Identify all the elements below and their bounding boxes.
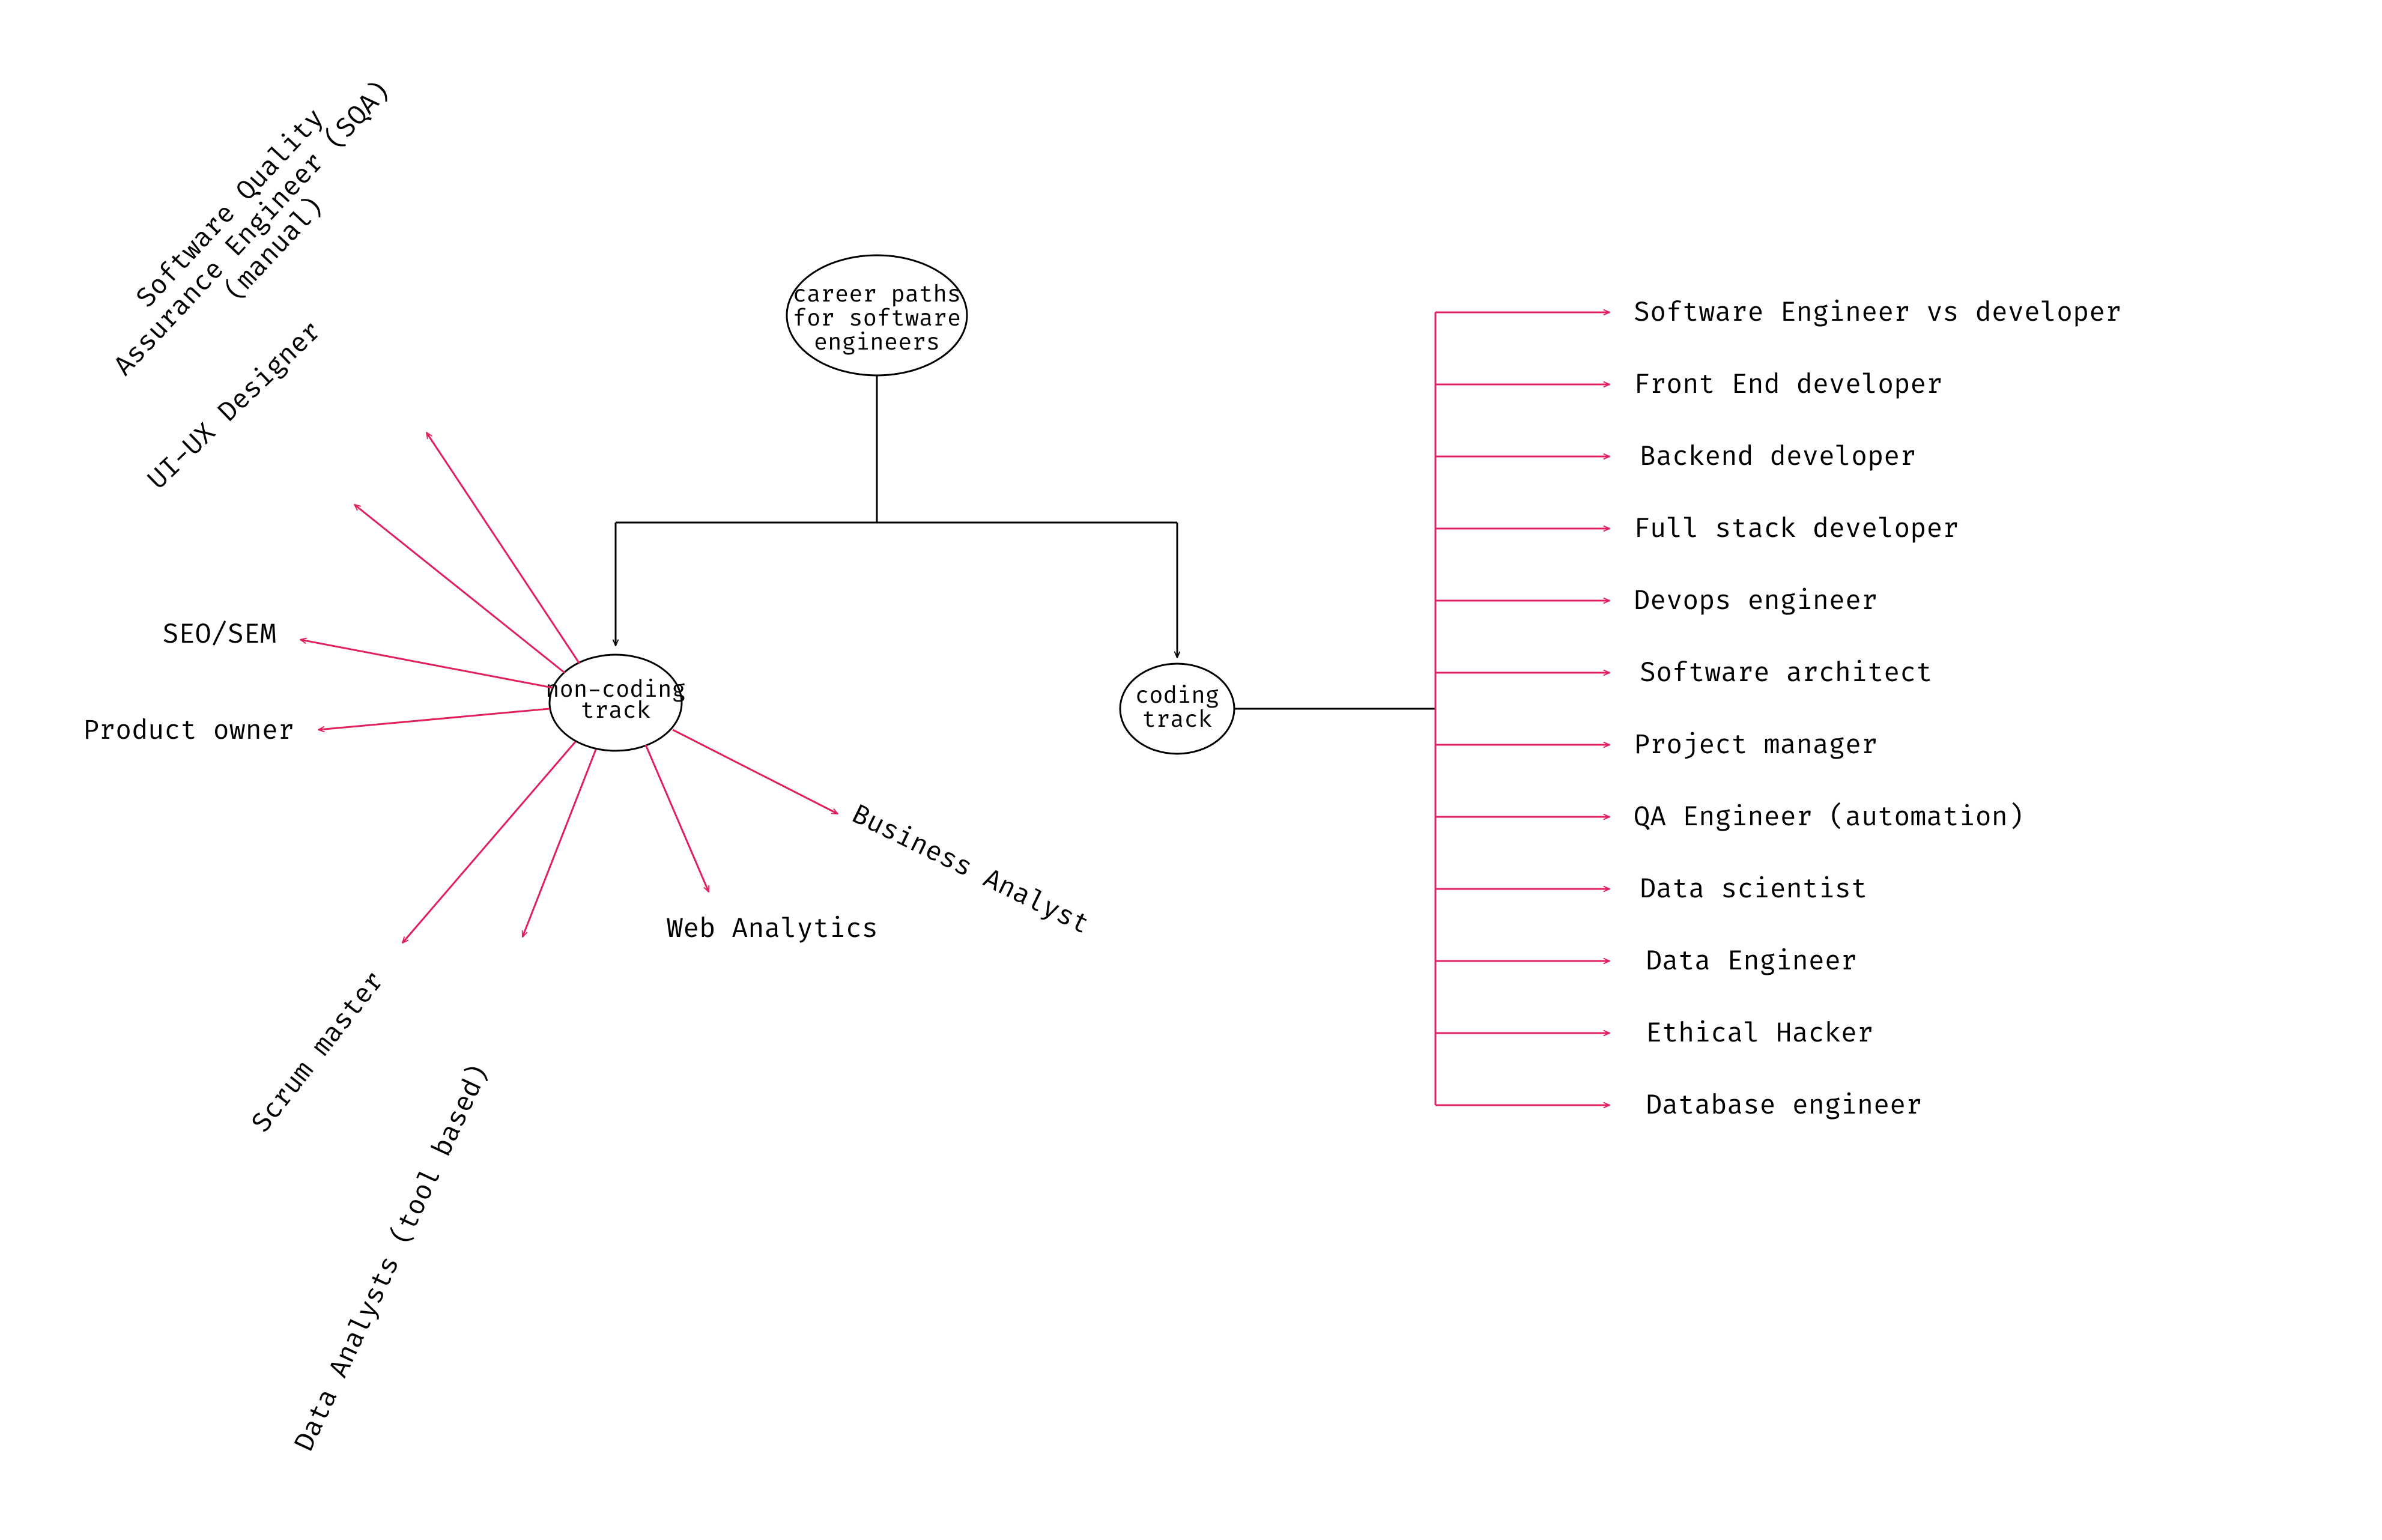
nc-webanalytics-text: Web Analytics [667,912,878,945]
coding-item-8: Data scientist [1640,873,1867,906]
nc-arrow-productowner [318,709,550,730]
coding-item-11: Database engineer [1646,1089,1922,1122]
coding-branch-7: QA Engineer (automation) [1435,801,2024,834]
coding-branch-9: Data Engineer [1435,945,1857,978]
coding-item-10: Ethical Hacker [1646,1017,1873,1050]
coding-item-2: Backend developer [1640,440,1916,473]
nc-label-sqa: Software Quality Assurance Engineer (SQA… [85,54,420,403]
nc-sqa-line2: Assurance Engineer (SQA) [107,74,397,383]
nc-productowner-text: Product owner [83,714,294,747]
career-paths-diagram: career paths for software engineers non-… [0,0,2382,1540]
coding-item-4: Devops engineer [1634,584,1877,617]
coding-item-1: Front End developer [1634,368,1942,401]
nc-arrow-sqa [426,432,580,664]
coding-item-7: QA Engineer (automation) [1634,801,2024,834]
non-coding-label-line2: track [581,697,651,725]
nc-dataanalysts-text: Data Analysts (tool based) [288,1060,496,1457]
coding-item-9: Data Engineer [1646,945,1857,978]
coding-branch-4: Devops engineer [1435,584,1877,617]
nc-scrum-text: Scrum master [245,965,391,1139]
nc-arrow-businessanalyst [673,730,838,814]
coding-item-0: Software Engineer vs developer [1634,296,2121,329]
coding-item-5: Software architect [1640,656,1932,690]
coding-branch-8: Data scientist [1435,873,1867,906]
coding-track-node: coding track [1120,664,1234,754]
coding-branch-0: Software Engineer vs developer [1435,296,2121,329]
coding-branch-10: Ethical Hacker [1435,1017,1873,1050]
nc-label-scrum: Scrum master [245,965,391,1139]
non-coding-track-node: non-coding track [545,655,686,751]
nc-arrow-webanalytics [646,745,709,892]
coding-branch-6: Project manager [1435,729,1877,762]
nc-label-dataanalysts: Data Analysts (tool based) [288,1060,496,1457]
nc-label-businessanalyst: Business Analyst [846,798,1094,941]
coding-branch-11: Database engineer [1435,1089,1922,1122]
nc-arrow-dataanalysts [523,750,596,937]
nc-seosem-text: SEO/SEM [162,618,276,651]
coding-item-3: Full stack developer [1634,512,1959,545]
coding-branch-2: Backend developer [1435,440,1916,473]
nc-businessanalyst-text: Business Analyst [846,798,1094,941]
nc-arrow-uiux [354,505,565,673]
coding-label-line2: track [1142,706,1213,734]
root-fork-connector [616,375,1177,655]
root-node: career paths for software engineers [787,255,967,375]
nc-arrow-scrum [402,742,575,943]
root-label-line3: engineers [814,329,940,357]
coding-branch-3: Full stack developer [1435,512,1959,545]
coding-item-6: Project manager [1634,729,1877,762]
nc-arrow-seosem [300,640,553,688]
coding-branch-5: Software architect [1435,656,1932,690]
coding-branch-1: Front End developer [1435,368,1942,401]
